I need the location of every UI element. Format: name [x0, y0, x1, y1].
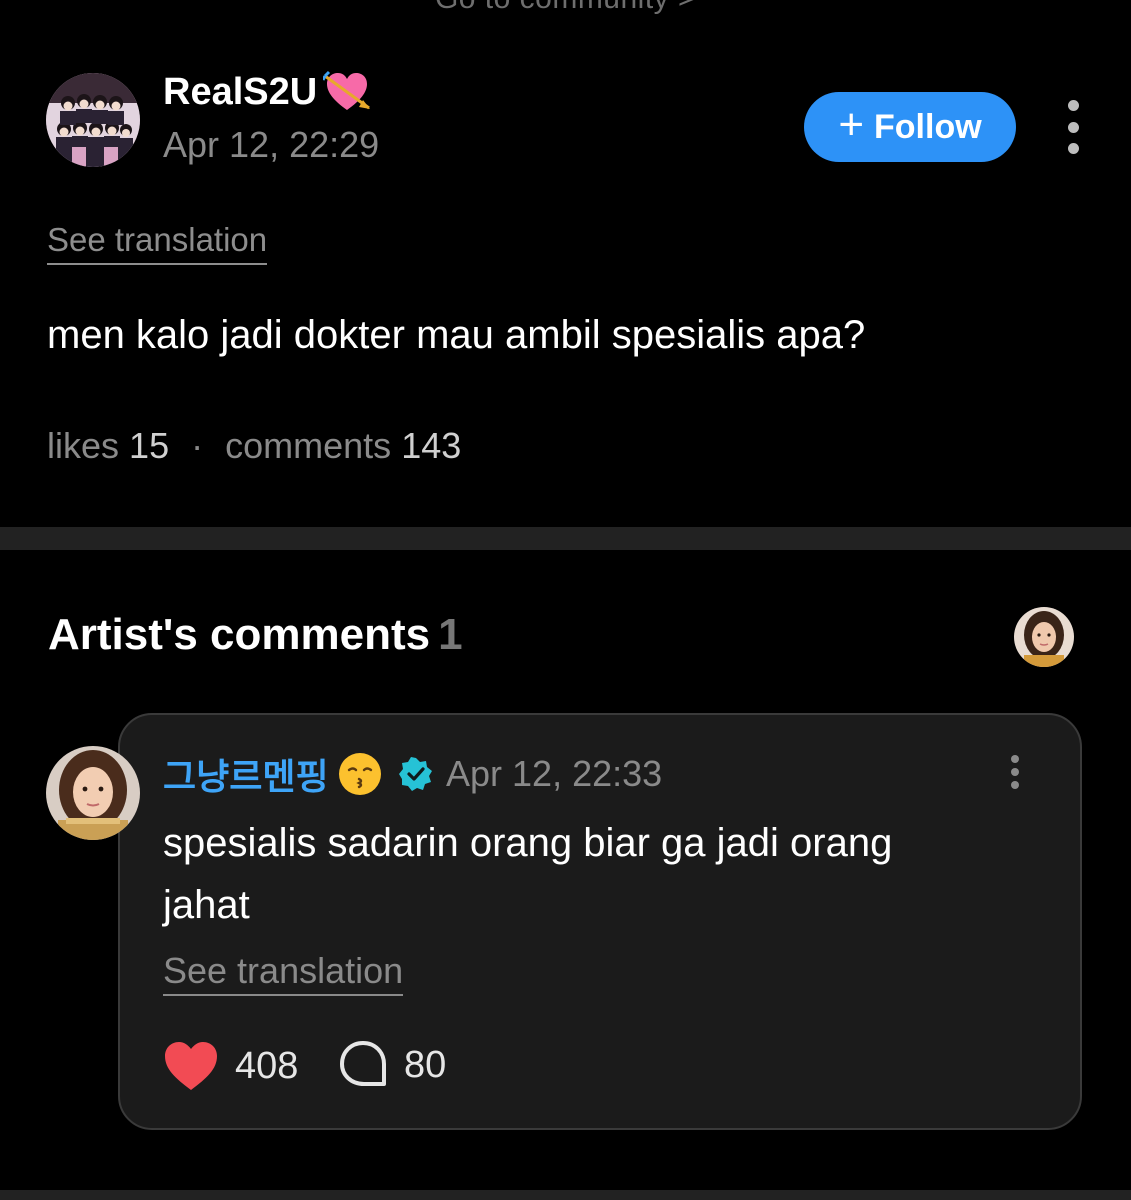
artist-comments-title: Artist's comments	[48, 610, 431, 659]
plus-icon: +	[838, 100, 865, 149]
see-translation-link[interactable]: See translation	[47, 221, 268, 265]
likes-count: 15	[129, 425, 170, 466]
verified-badge-icon	[398, 757, 432, 791]
follow-label: Follow	[874, 107, 982, 146]
post-date: Apr 12, 22:29	[163, 124, 380, 165]
comment-reply-button[interactable]: 80	[338, 1040, 446, 1090]
follow-button[interactable]: + Follow	[804, 92, 1016, 162]
comment-author-avatar[interactable]	[46, 746, 140, 840]
comments-label: comments	[225, 425, 392, 466]
comment-see-translation-link[interactable]: See translation	[163, 950, 404, 996]
comment-like-button[interactable]: 408	[163, 1040, 298, 1092]
post-author[interactable]: RealS2U	[163, 70, 371, 114]
section-divider	[0, 527, 1131, 550]
comment-reply-count: 80	[404, 1043, 447, 1086]
post-stats: likes 15 · comments 143	[47, 425, 461, 467]
comment-author-photo	[46, 746, 140, 840]
kissing-face-icon	[338, 753, 381, 795]
go-to-community-link[interactable]: Go to community >	[0, 0, 1131, 16]
comments-count: 143	[401, 425, 462, 466]
post-author-name[interactable]: RealS2U	[163, 71, 317, 114]
comment-author[interactable]: 그냥르멘핑	[163, 748, 433, 800]
post-more-icon[interactable]	[1060, 100, 1086, 154]
likes-label: likes	[47, 425, 120, 466]
comment-author-name[interactable]: 그냥르멘핑	[163, 748, 329, 800]
artist-avatar[interactable]	[1014, 607, 1074, 667]
speech-bubble-icon	[340, 1041, 386, 1086]
comment-more-icon[interactable]	[1004, 755, 1026, 789]
artist-photo	[1014, 607, 1074, 667]
artist-comments-heading: Artist's comments 1	[48, 610, 463, 660]
bottom-divider	[0, 1190, 1131, 1200]
separator-dot: ·	[191, 425, 204, 466]
comment-like-count: 408	[235, 1044, 299, 1087]
artist-comments-count: 1	[438, 610, 463, 659]
comment-date: Apr 12, 22:33	[446, 753, 663, 794]
heart-icon	[165, 1042, 217, 1090]
heart-with-arrow-icon	[323, 70, 371, 110]
post-body: men kalo jadi dokter mau ambil spesialis…	[47, 313, 866, 357]
group-photo-avatar	[46, 73, 140, 167]
avatar[interactable]	[46, 73, 140, 167]
comment-body: spesialis sadarin orang biar ga jadi ora…	[163, 821, 893, 927]
